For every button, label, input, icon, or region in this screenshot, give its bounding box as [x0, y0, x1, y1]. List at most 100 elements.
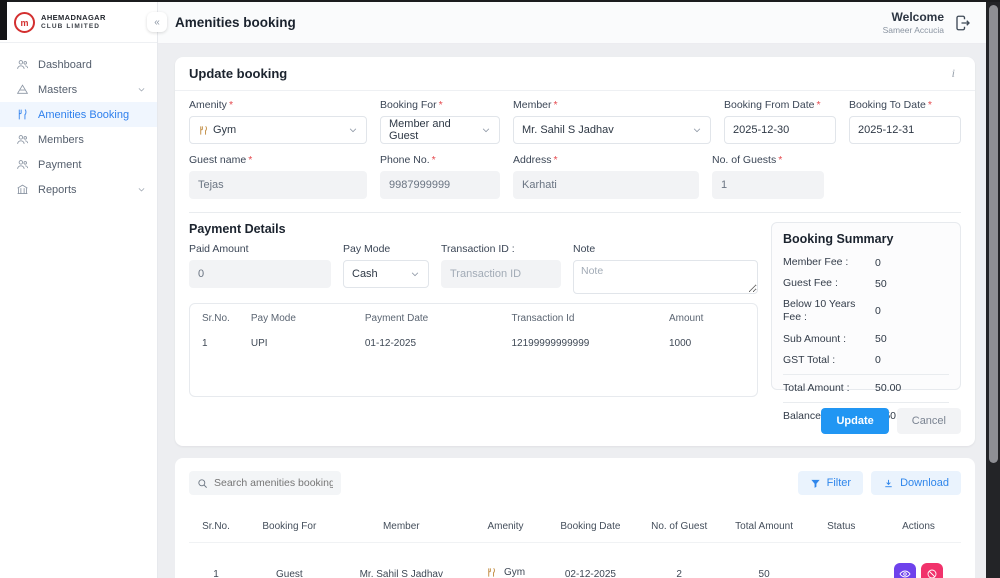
- users-icon: [15, 58, 29, 72]
- booking-for-select[interactable]: Member and Guest: [380, 116, 500, 144]
- summary-value: 50: [875, 333, 887, 345]
- sidebar-item-members[interactable]: Members: [0, 127, 157, 152]
- summary-label: GST Total :: [783, 354, 875, 367]
- page-title: Amenities booking: [175, 15, 296, 30]
- sidebar-item-masters[interactable]: Masters: [0, 77, 157, 102]
- pyramid-icon: [15, 83, 29, 97]
- member-value: Mr. Sahil S Jadhav: [522, 124, 614, 136]
- summary-total-label: Total Amount :: [783, 382, 875, 395]
- sidebar-menu: Dashboard Masters Amenities Booking Memb…: [0, 43, 157, 202]
- booking-srno: 1: [189, 543, 243, 578]
- user-name: Sameer Accucia: [883, 25, 944, 36]
- chevron-down-icon: [692, 125, 702, 135]
- booking-row: 1 Guest Mr. Sahil S Jadhav Gym 02-12-202…: [189, 543, 961, 578]
- booking-amenity: Gym: [504, 567, 525, 578]
- summary-total-value: 50.00: [875, 382, 901, 394]
- club-logo-icon: m: [14, 12, 35, 33]
- paid-amount-label: Paid Amount: [189, 243, 331, 255]
- sidebar-item-label: Reports: [38, 184, 128, 196]
- cancel-button[interactable]: Cancel: [897, 408, 961, 434]
- cancel-booking-button[interactable]: [921, 563, 943, 578]
- info-icon[interactable]: i: [946, 66, 961, 81]
- logo-subtitle: CLUB LIMITED: [41, 23, 106, 30]
- column-header: Total Amount: [722, 515, 807, 543]
- amenity-select[interactable]: Gym: [189, 116, 367, 144]
- summary-value: 0: [875, 305, 881, 317]
- transaction-id-input[interactable]: [450, 268, 552, 280]
- column-header: Sr.No.: [189, 515, 243, 543]
- sidebar-item-label: Members: [38, 134, 147, 146]
- column-header: Transaction Id: [511, 306, 668, 329]
- booking-for-value: Member and Guest: [389, 118, 481, 142]
- guest-name-input[interactable]: [198, 179, 358, 191]
- bookings-table: Sr.No. Booking For Member Amenity Bookin…: [189, 515, 961, 578]
- chevron-down-icon: [348, 125, 358, 135]
- fork-knife-icon: [198, 125, 209, 136]
- amenity-value: Gym: [213, 124, 236, 136]
- sidebar-collapse-button[interactable]: «: [147, 12, 167, 32]
- chevron-down-icon: [410, 269, 420, 279]
- column-header: Actions: [876, 515, 961, 543]
- logout-icon[interactable]: [954, 14, 972, 32]
- search-input[interactable]: [214, 477, 333, 489]
- payments-table: Sr.No. Pay Mode Payment Date Transaction…: [189, 303, 758, 397]
- paid-amount-input[interactable]: [198, 268, 322, 280]
- booking-for-label: Booking For: [380, 99, 437, 111]
- column-header: Payment Date: [365, 306, 512, 329]
- phone-label: Phone No.: [380, 154, 430, 166]
- guest-name-label: Guest name: [189, 154, 246, 166]
- address-label: Address: [513, 154, 552, 166]
- pay-mode-select[interactable]: Cash: [343, 260, 429, 288]
- view-button[interactable]: [894, 563, 916, 578]
- sidebar-item-dashboard[interactable]: Dashboard: [0, 52, 157, 77]
- summary-label: Below 10 Years Fee :: [783, 298, 875, 324]
- no-of-guests-input[interactable]: [721, 179, 815, 191]
- filter-button[interactable]: Filter: [798, 471, 863, 495]
- member-select[interactable]: Mr. Sahil S Jadhav: [513, 116, 711, 144]
- summary-divider: [783, 374, 949, 375]
- pay-mode-label: Pay Mode: [343, 243, 429, 255]
- address-input[interactable]: [522, 179, 690, 191]
- card-title: Update booking: [189, 66, 287, 81]
- fork-knife-icon: [486, 567, 497, 578]
- column-header: Booking Date: [544, 515, 637, 543]
- fork-knife-icon: [15, 108, 29, 122]
- welcome-label: Welcome: [883, 10, 944, 25]
- column-header: Booking For: [243, 515, 336, 543]
- sidebar-item-payment[interactable]: Payment: [0, 152, 157, 177]
- content-area: Update booking i Amenity* Gym Booking Fo…: [158, 44, 986, 578]
- summary-value: 0: [875, 354, 881, 366]
- search-box[interactable]: [189, 471, 341, 495]
- chevron-down-icon: [137, 85, 147, 95]
- booking-to-input[interactable]: [858, 124, 952, 136]
- column-header: Pay Mode: [251, 306, 365, 329]
- download-button[interactable]: Download: [871, 471, 961, 495]
- filter-label: Filter: [827, 477, 851, 489]
- booking-member: Mr. Sahil S Jadhav: [336, 543, 467, 578]
- column-header: Amount: [669, 306, 745, 329]
- payment-row: 1 UPI 01-12-2025 12199999999999 1000: [202, 329, 745, 358]
- amenity-label: Amenity: [189, 99, 227, 111]
- sidebar-item-reports[interactable]: Reports: [0, 177, 157, 202]
- booking-from-input[interactable]: [733, 124, 827, 136]
- sidebar-item-amenities-booking[interactable]: Amenities Booking: [0, 102, 157, 127]
- column-header: No. of Guest: [637, 515, 722, 543]
- app-window: m AHEMADNAGAR CLUB LIMITED Dashboard Mas…: [0, 2, 986, 578]
- phone-input[interactable]: [389, 179, 491, 191]
- download-icon: [883, 478, 894, 489]
- booking-status: [807, 543, 876, 578]
- sidebar: m AHEMADNAGAR CLUB LIMITED Dashboard Mas…: [0, 2, 158, 578]
- column-header: Sr.No.: [202, 306, 251, 329]
- scrollbar-thumb[interactable]: [989, 5, 998, 463]
- payment-mode: UPI: [251, 329, 365, 358]
- update-button[interactable]: Update: [821, 408, 888, 434]
- window-edge-artifact: [0, 0, 7, 40]
- summary-value: 0: [875, 257, 881, 269]
- payment-transaction-id: 12199999999999: [511, 329, 668, 358]
- chevron-down-icon: [137, 185, 147, 195]
- scrollbar-track[interactable]: [986, 2, 1000, 578]
- chevron-down-icon: [481, 125, 491, 135]
- note-textarea[interactable]: [573, 260, 758, 294]
- pay-mode-value: Cash: [352, 268, 378, 280]
- bank-icon: [15, 183, 29, 197]
